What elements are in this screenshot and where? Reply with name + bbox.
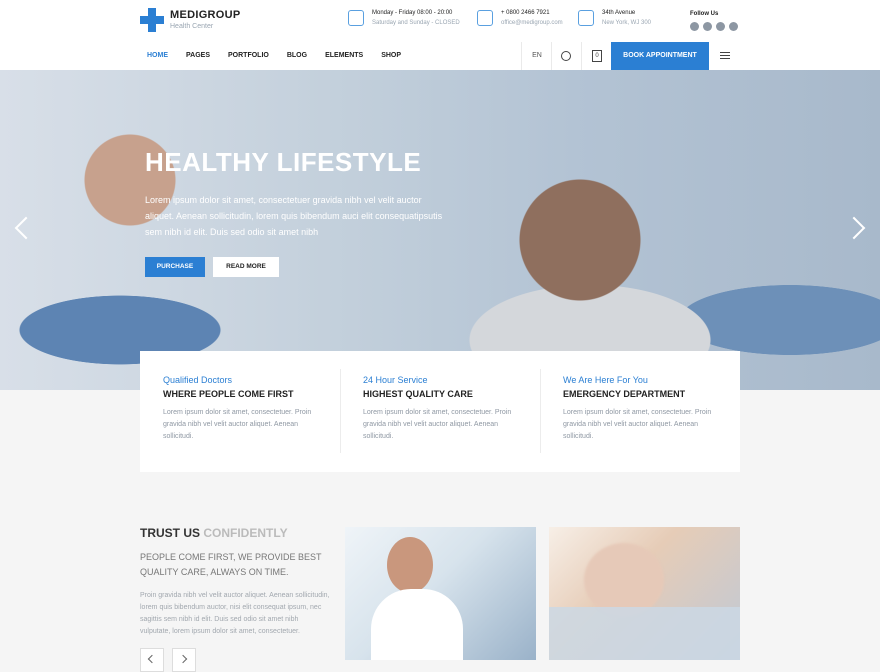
feature-title: HIGHEST QUALITY CARE <box>363 389 473 399</box>
book-appointment-button[interactable]: BOOK APPOINTMENT <box>611 42 709 70</box>
feature-body: Lorem ipsum dolor sit amet, consectetuer… <box>563 409 712 440</box>
feature-body: Lorem ipsum dolor sit amet, consectetuer… <box>363 409 512 440</box>
language-label: EN <box>532 52 542 59</box>
linkedin-icon[interactable] <box>716 22 725 31</box>
nav-menu: HOME PAGES PORTFOLIO BLOG ELEMENTS SHOP <box>147 52 401 59</box>
contact-email[interactable]: office@medigroup.com <box>501 20 563 26</box>
hero-text: Lorem ipsum dolor sit amet, consectetuer… <box>145 195 443 237</box>
brand-name: MEDIGROUP <box>170 9 241 21</box>
hours-line-1: Monday - Friday 08:00 - 20:00 <box>372 10 453 16</box>
social-links <box>690 22 742 31</box>
hero-slider: HEALTHY LIFESTYLE Lorem ipsum dolor sit … <box>0 70 880 390</box>
nav-portfolio[interactable]: PORTFOLIO <box>228 52 269 59</box>
hours-icon <box>348 10 364 26</box>
address-line-2: New York, WJ 300 <box>602 20 652 26</box>
hours-info: Monday - Friday 08:00 - 20:00 Saturday a… <box>348 10 460 26</box>
trust-title-ghost: CONFIDENTLY <box>203 526 288 540</box>
feature-divider <box>340 369 341 453</box>
trust-subtitle: PEOPLE COME FIRST, WE PROVIDE BEST QUALI… <box>140 552 322 577</box>
trust-section: TRUST US CONFIDENTLY PEOPLE COME FIRST, … <box>140 526 330 638</box>
nurse-patient-photo <box>345 527 536 660</box>
instagram-icon[interactable] <box>729 22 738 31</box>
nav-elements[interactable]: ELEMENTS <box>325 52 363 59</box>
search-button[interactable] <box>551 42 582 70</box>
cart-button[interactable]: 0 <box>581 42 612 70</box>
feature-24-hour-service: 24 Hour Service HIGHEST QUALITY CARE Lor… <box>363 375 523 443</box>
brand-logo[interactable]: MEDIGROUP Health Center <box>140 8 241 32</box>
feature-kicker: 24 Hour Service <box>363 375 428 385</box>
hero-title: HEALTHY LIFESTYLE <box>145 147 422 177</box>
brand-text: MEDIGROUP Health Center <box>170 9 241 31</box>
cart-icon: 0 <box>592 50 602 62</box>
next-slide-icon[interactable] <box>842 216 866 240</box>
trust-title-main: TRUST US <box>140 526 200 540</box>
menu-button[interactable] <box>710 42 740 70</box>
feature-kicker: Qualified Doctors <box>163 375 233 385</box>
previous-testimonial-button[interactable] <box>140 648 164 672</box>
trust-carousel-controls <box>140 648 196 672</box>
menu-icon-line-2 <box>720 55 730 56</box>
twitter-icon[interactable] <box>703 22 712 31</box>
nav-shop[interactable]: SHOP <box>381 52 401 59</box>
brand-tagline: Health Center <box>170 23 214 30</box>
nav-home[interactable]: HOME <box>147 52 168 59</box>
address-line-1: 34th Avenue <box>602 10 636 16</box>
purchase-button[interactable]: PURCHASE <box>145 257 205 277</box>
feature-emergency-department: We Are Here For You EMERGENCY DEPARTMENT… <box>563 375 723 443</box>
patient-care-photo <box>549 527 740 660</box>
language-selector[interactable]: EN <box>521 42 552 70</box>
menu-icon-line-3 <box>720 58 730 59</box>
feature-body: Lorem ipsum dolor sit amet, consectetuer… <box>163 409 312 440</box>
next-testimonial-button[interactable] <box>172 648 196 672</box>
menu-icon-line-1 <box>720 52 730 53</box>
trust-body: Proin gravida nibh vel velit auctor aliq… <box>140 592 330 635</box>
feature-divider <box>540 369 541 453</box>
previous-slide-icon[interactable] <box>14 216 38 240</box>
feature-title: WHERE PEOPLE COME FIRST <box>163 389 294 399</box>
phone-icon <box>477 10 493 26</box>
contact-info: + 0800 2466 7921 office@medigroup.com <box>477 10 563 26</box>
location-info: 34th Avenue New York, WJ 300 <box>578 10 651 26</box>
top-bar: MEDIGROUP Health Center Monday - Friday … <box>0 0 880 43</box>
search-icon <box>561 51 571 61</box>
feature-title: EMERGENCY DEPARTMENT <box>563 389 686 399</box>
location-icon <box>578 10 594 26</box>
follow-us: Follow Us <box>690 11 742 31</box>
read-more-button[interactable]: READ MORE <box>213 257 279 277</box>
nav-pages[interactable]: PAGES <box>186 52 210 59</box>
medical-cross-icon <box>140 8 164 32</box>
phone-number[interactable]: + 0800 2466 7921 <box>501 10 563 16</box>
main-navigation: HOME PAGES PORTFOLIO BLOG ELEMENTS SHOP … <box>0 42 880 71</box>
hours-line-2: Saturday and Sunday - CLOSED <box>372 20 460 26</box>
feature-panel: Qualified Doctors WHERE PEOPLE COME FIRS… <box>140 351 740 472</box>
facebook-icon[interactable] <box>690 22 699 31</box>
feature-kicker: We Are Here For You <box>563 375 648 385</box>
nav-blog[interactable]: BLOG <box>287 52 307 59</box>
feature-qualified-doctors: Qualified Doctors WHERE PEOPLE COME FIRS… <box>163 375 323 443</box>
follow-label: Follow Us <box>690 11 719 17</box>
trust-title: TRUST US CONFIDENTLY <box>140 526 330 540</box>
